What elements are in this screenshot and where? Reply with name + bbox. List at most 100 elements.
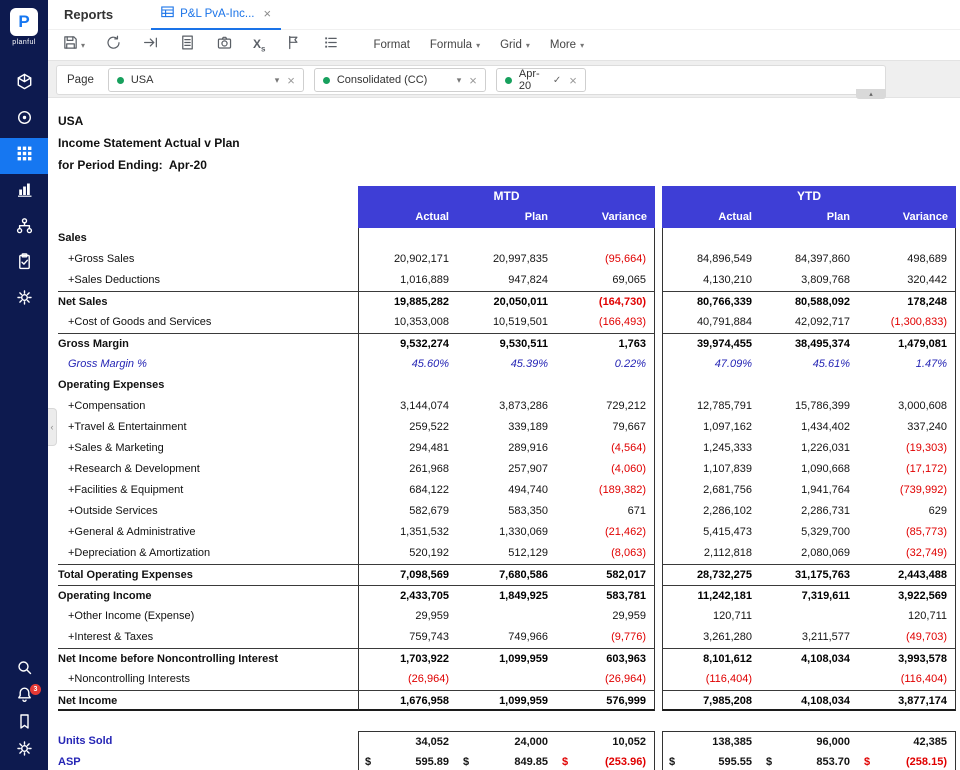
search-button[interactable] [0, 656, 48, 683]
cell-value: 947,824 [457, 270, 556, 291]
sidebar-item-workflow[interactable] [0, 210, 48, 246]
bookmarks-button[interactable] [0, 710, 48, 737]
cell-value: 603,963 [556, 648, 655, 669]
filter-chip-period[interactable]: Apr-20 ✓ × [496, 68, 586, 92]
column-gap [655, 731, 662, 752]
table-row: +Interest & Taxes759,743749,966(9,776)3,… [58, 627, 956, 648]
column-gap [655, 564, 662, 585]
column-header-actual: Actual [662, 207, 760, 228]
formula-menu[interactable]: Formula ▾ [430, 39, 480, 51]
sidebar-item-reports[interactable] [0, 138, 48, 174]
cell-value: 2,286,102 [662, 501, 760, 522]
save-button[interactable]: ▾ [62, 34, 85, 56]
filter-chip-consolidation[interactable]: Consolidated (CC) ▾ × [314, 68, 486, 92]
column-gap [655, 459, 662, 480]
column-gap [655, 333, 662, 354]
report-tab[interactable]: P&L PvA-Inc... × [151, 0, 281, 30]
report-footer: Units Sold34,05224,00010,052138,38596,00… [58, 731, 956, 770]
cell-value: 3,000,608 [858, 396, 956, 417]
cell-value: 3,211,577 [760, 627, 858, 648]
close-icon[interactable]: × [469, 73, 477, 88]
cell-value: 10,353,008 [358, 312, 457, 333]
cell-value: 583,350 [457, 501, 556, 522]
row-label: +General & Administrative [58, 522, 358, 543]
row-label: +Cost of Goods and Services [58, 312, 358, 333]
cell-value: 339,189 [457, 417, 556, 438]
left-panel-handle[interactable]: ‹ [48, 408, 57, 446]
subscript-button[interactable]: Xs [253, 37, 265, 53]
table-row: +Outside Services582,679583,3506712,286,… [58, 501, 956, 522]
clipboard-check-icon [15, 252, 34, 276]
cell-value [556, 228, 655, 249]
refresh-button[interactable] [105, 34, 122, 56]
close-icon[interactable]: × [287, 73, 295, 88]
cell-value: 0.22% [556, 354, 655, 375]
row-label: +Sales Deductions [58, 270, 358, 291]
cell-value: 31,175,763 [760, 564, 858, 585]
tab-close-icon[interactable]: × [263, 6, 271, 21]
column-gap [655, 669, 662, 690]
settings-button[interactable] [0, 737, 48, 764]
filter-chip-entity[interactable]: USA ▾ × [108, 68, 304, 92]
row-label: +Travel & Entertainment [58, 417, 358, 438]
camera-icon [216, 34, 233, 56]
check-icon[interactable]: ✓ [553, 75, 561, 86]
dollar-sign: $ [669, 752, 675, 770]
grid-menu[interactable]: Grid ▾ [500, 39, 530, 51]
column-gap [655, 270, 662, 291]
cell-value: 1,099,959 [457, 648, 556, 669]
save-icon [62, 34, 79, 56]
cell-value: 749,966 [457, 627, 556, 648]
sidebar-item-settings[interactable] [0, 282, 48, 318]
tab-label: P&L PvA-Inc... [180, 8, 254, 20]
hierarchy-icon [15, 216, 34, 240]
close-icon[interactable]: × [569, 73, 577, 88]
page-filter-label: Page [67, 74, 94, 86]
caret-down-icon[interactable]: ▾ [457, 75, 462, 86]
format-menu[interactable]: Format [373, 39, 409, 51]
status-dot-icon [117, 77, 124, 84]
sidebar-item-dashboards[interactable] [0, 174, 48, 210]
row-label: +Outside Services [58, 501, 358, 522]
flag-button[interactable] [285, 34, 302, 56]
sidebar-item-planning[interactable] [0, 66, 48, 102]
notifications-button[interactable]: 3 [0, 683, 48, 710]
bar-chart-icon [15, 180, 34, 204]
cell-value: 120,711 [858, 606, 956, 627]
snapshot-button[interactable] [216, 34, 233, 56]
cell-value: (4,564) [556, 438, 655, 459]
cell-value: 3,922,569 [858, 585, 956, 606]
cell-value: $853.70 [760, 752, 858, 770]
cell-value: 1,090,668 [760, 459, 858, 480]
more-menu[interactable]: More ▾ [550, 39, 584, 51]
cell-value: (49,703) [858, 627, 956, 648]
filter-collapse-handle[interactable]: ▴ [856, 89, 886, 99]
table-row: +Cost of Goods and Services10,353,00810,… [58, 312, 956, 333]
cell-value: 69,065 [556, 270, 655, 291]
sidebar-nav [0, 66, 48, 318]
caret-down-icon[interactable]: ▾ [275, 75, 280, 86]
cell-value: 1,941,764 [760, 480, 858, 501]
cell-value: 2,443,488 [858, 564, 956, 585]
cell-value: 1,099,959 [457, 690, 556, 711]
sidebar-item-goals[interactable] [0, 102, 48, 138]
cell-value: 759,743 [358, 627, 457, 648]
cell-value: (32,749) [858, 543, 956, 564]
caret-down-icon: ▾ [81, 41, 85, 50]
cell-value: (21,462) [556, 522, 655, 543]
cell-value: $849.85 [457, 752, 556, 770]
cell-value: 1,097,162 [662, 417, 760, 438]
spreadsheet-icon [161, 5, 174, 23]
cell-value: 337,240 [858, 417, 956, 438]
report-table: MTD YTD Actual Plan Variance Actual Plan… [58, 186, 956, 770]
dollar-sign: $ [562, 752, 568, 770]
outline-button[interactable] [322, 34, 339, 56]
cell-number: (253.96) [605, 752, 646, 770]
row-label: Total Operating Expenses [58, 564, 358, 585]
cell-value: (26,964) [556, 669, 655, 690]
sidebar-item-tasks[interactable] [0, 246, 48, 282]
preview-button[interactable] [179, 34, 196, 56]
run-button[interactable] [142, 34, 159, 56]
column-header-plan: Plan [457, 207, 556, 228]
row-label: Operating Expenses [58, 375, 358, 396]
